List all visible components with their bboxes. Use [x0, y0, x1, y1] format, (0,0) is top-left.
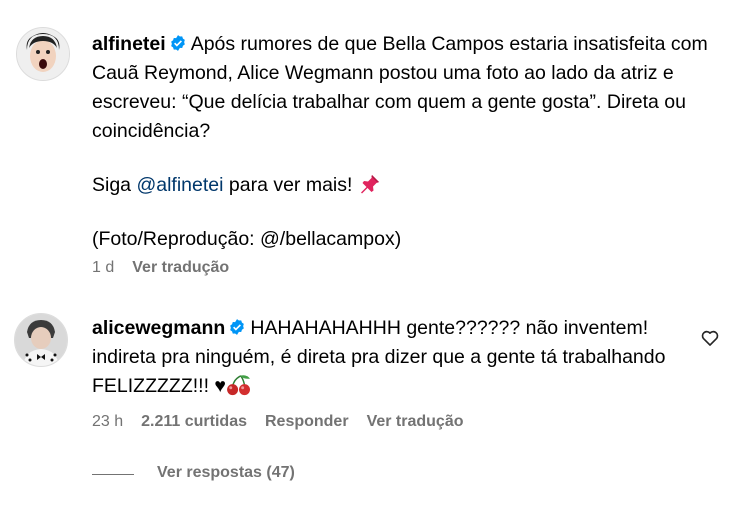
comment-body: alicewegmann HAHAHAHAHHH gente?????? não …	[92, 314, 692, 401]
like-heart-icon[interactable]	[700, 328, 720, 348]
avatar-alicewegmann[interactable]	[14, 313, 68, 367]
follow-prefix: Siga	[92, 174, 137, 196]
avatar-alfinetei-image	[17, 28, 69, 80]
reply-button[interactable]: Responder	[265, 413, 349, 430]
verified-badge-icon	[169, 34, 187, 52]
verified-badge-icon	[228, 318, 246, 336]
post-time: 1 d	[92, 259, 115, 276]
avatar-alicewegmann-image	[15, 314, 67, 366]
comment-username[interactable]: alicewegmann	[92, 317, 225, 339]
post-caption: alfinetei Após rumores de que Bella Campo…	[92, 30, 722, 254]
replies-divider	[92, 474, 134, 475]
view-replies-button[interactable]: Ver respostas (47)	[157, 464, 295, 482]
comment-time: 23 h	[92, 413, 124, 430]
photo-credit: (Foto/Reprodução: @/bellacampox)	[92, 228, 402, 250]
post-username[interactable]: alfinetei	[92, 33, 166, 55]
follow-suffix: para ver mais!	[223, 174, 358, 196]
pushpin-icon	[358, 174, 382, 196]
cherries-icon	[226, 375, 252, 397]
avatar-alfinetei[interactable]	[16, 27, 70, 81]
follow-mention-link[interactable]: @alfinetei	[136, 174, 223, 196]
comment-meta: 23 h 2.211 curtidas Responder Ver tradução	[92, 413, 482, 431]
post-meta: 1 d Ver tradução	[92, 259, 247, 277]
follow-line: Siga @alfinetei para ver mais!	[92, 171, 722, 200]
post-translate-link[interactable]: Ver tradução	[132, 259, 229, 276]
comment-translate-link[interactable]: Ver tradução	[367, 413, 464, 430]
comment-likes[interactable]: 2.211 curtidas	[141, 413, 247, 430]
